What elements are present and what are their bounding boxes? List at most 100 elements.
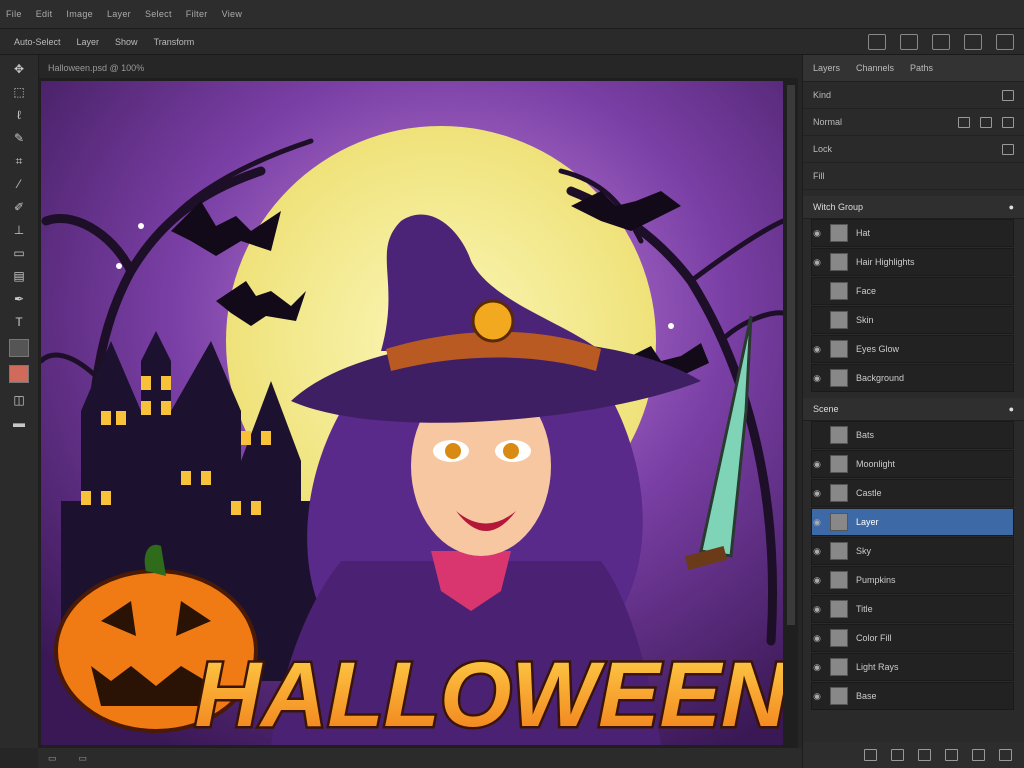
layer-row[interactable]: ◉ Castle: [811, 479, 1014, 507]
link-layers-icon[interactable]: [864, 749, 877, 761]
layer-name: Background: [856, 373, 905, 383]
eye-icon[interactable]: ◉: [812, 575, 822, 586]
search-icon[interactable]: [996, 34, 1014, 50]
text-tool-icon[interactable]: T: [8, 313, 30, 331]
filter-kind-row[interactable]: Kind: [803, 82, 1024, 109]
adjustment-icon[interactable]: [945, 749, 958, 761]
layer-name: Skin: [856, 315, 874, 325]
eye-icon[interactable]: ◉: [812, 517, 822, 528]
blend-mode-row[interactable]: Normal: [803, 109, 1024, 136]
layer-thumbnail: [830, 224, 848, 242]
fill-row[interactable]: Fill: [803, 163, 1024, 190]
document-tab[interactable]: Halloween.psd @ 100%: [38, 58, 808, 78]
link-icon[interactable]: [1002, 143, 1014, 155]
mask-icon[interactable]: [918, 749, 931, 761]
menu-filter[interactable]: Filter: [186, 9, 208, 19]
layer-group-witch[interactable]: Witch Group ●: [803, 196, 1024, 219]
layer-thumbnail: [830, 513, 848, 531]
eye-icon[interactable]: ◉: [812, 546, 822, 557]
layer-row[interactable]: ◉ Sky: [811, 537, 1014, 565]
eye-icon[interactable]: ◉: [812, 691, 822, 702]
layer-row[interactable]: ◉ Title: [811, 595, 1014, 623]
filter-icon[interactable]: [1002, 89, 1014, 101]
layer-row[interactable]: ◉ Hat: [811, 219, 1014, 247]
layer-row[interactable]: ◉ Hair Highlights: [811, 248, 1014, 276]
gradient-tool-icon[interactable]: ▤: [8, 267, 30, 285]
eye-icon[interactable]: ●: [1009, 202, 1014, 212]
option-show[interactable]: Show: [115, 37, 138, 47]
layer-row[interactable]: ◉ Pumpkins: [811, 566, 1014, 594]
share-icon[interactable]: [964, 34, 982, 50]
option-layer[interactable]: Layer: [77, 37, 100, 47]
menu-view[interactable]: View: [222, 9, 243, 19]
screen-mode-icon[interactable]: ▬: [8, 414, 30, 432]
tab-channels[interactable]: Channels: [856, 63, 894, 73]
canvas-area[interactable]: HALLOWEEN: [38, 78, 798, 748]
eye-icon[interactable]: ●: [1009, 404, 1014, 414]
layer-row[interactable]: ◉ Moonlight: [811, 450, 1014, 478]
layer-row[interactable]: ◉ Layer: [811, 508, 1014, 536]
halloween-artwork[interactable]: HALLOWEEN: [41, 81, 783, 745]
eye-icon[interactable]: ◉: [812, 488, 822, 499]
background-color-swatch[interactable]: [9, 365, 29, 383]
layer-group-scene[interactable]: Scene ●: [803, 398, 1024, 421]
marquee-tool-icon[interactable]: ⬚: [8, 83, 30, 101]
lock-position-icon[interactable]: [980, 116, 992, 128]
menu-layer[interactable]: Layer: [107, 9, 131, 19]
layer-name: Eyes Glow: [856, 344, 900, 354]
menu-image[interactable]: Image: [66, 9, 93, 19]
new-layer-icon[interactable]: [972, 749, 985, 761]
option-auto-select[interactable]: Auto-Select: [14, 37, 61, 47]
distribute-icon[interactable]: [900, 34, 918, 50]
pen-tool-icon[interactable]: ✒: [8, 290, 30, 308]
zoom-field[interactable]: ▭: [48, 753, 57, 764]
eye-icon[interactable]: ◉: [812, 228, 822, 239]
brush-tool-icon[interactable]: ✐: [8, 198, 30, 216]
lock-all-icon[interactable]: [1002, 116, 1014, 128]
layer-row[interactable]: ◉ Color Fill: [811, 624, 1014, 652]
stamp-tool-icon[interactable]: ⊥: [8, 221, 30, 239]
lock-pixels-icon[interactable]: [958, 116, 970, 128]
option-transform[interactable]: Transform: [154, 37, 195, 47]
layer-row[interactable]: Skin: [811, 306, 1014, 334]
layer-row[interactable]: ◉ Base: [811, 682, 1014, 710]
layer-thumbnail: [830, 340, 848, 358]
crop-tool-icon[interactable]: ⌗: [8, 152, 30, 170]
lasso-tool-icon[interactable]: ℓ: [8, 106, 30, 124]
menu-select[interactable]: Select: [145, 9, 172, 19]
quick-select-tool-icon[interactable]: ✎: [8, 129, 30, 147]
eye-icon[interactable]: ◉: [812, 344, 822, 355]
delete-layer-icon[interactable]: [999, 749, 1012, 761]
foreground-color-swatch[interactable]: [9, 339, 29, 357]
layer-name: Layer: [856, 517, 879, 527]
vertical-scrollbar[interactable]: [787, 85, 795, 625]
layer-name: Hat: [856, 228, 871, 238]
eye-icon[interactable]: ◉: [812, 257, 822, 268]
layer-row[interactable]: ◉ Light Rays: [811, 653, 1014, 681]
eye-icon[interactable]: ◉: [812, 604, 822, 615]
quick-mask-icon[interactable]: ◫: [8, 391, 30, 409]
align-icon[interactable]: [868, 34, 886, 50]
layer-row[interactable]: Bats: [811, 421, 1014, 449]
eye-icon[interactable]: ◉: [812, 633, 822, 644]
layers-footer: [803, 742, 1024, 768]
layer-thumbnail: [830, 311, 848, 329]
eyedropper-tool-icon[interactable]: ⁄: [8, 175, 30, 193]
star: [116, 263, 122, 269]
layer-row[interactable]: ◉ Eyes Glow: [811, 335, 1014, 363]
lock-row[interactable]: Lock: [803, 136, 1024, 163]
tab-paths[interactable]: Paths: [910, 63, 933, 73]
tab-layers[interactable]: Layers: [813, 63, 840, 73]
layer-row[interactable]: Face: [811, 277, 1014, 305]
menu-edit[interactable]: Edit: [36, 9, 53, 19]
menu-file[interactable]: File: [6, 9, 22, 19]
move-tool-icon[interactable]: ✥: [8, 60, 30, 78]
eye-icon[interactable]: ◉: [812, 373, 822, 384]
layer-name: Light Rays: [856, 662, 899, 672]
eye-icon[interactable]: ◉: [812, 459, 822, 470]
fx-icon[interactable]: [891, 749, 904, 761]
eraser-tool-icon[interactable]: ▭: [8, 244, 30, 262]
layer-row[interactable]: ◉ Background: [811, 364, 1014, 392]
workspace-icon[interactable]: [932, 34, 950, 50]
eye-icon[interactable]: ◉: [812, 662, 822, 673]
